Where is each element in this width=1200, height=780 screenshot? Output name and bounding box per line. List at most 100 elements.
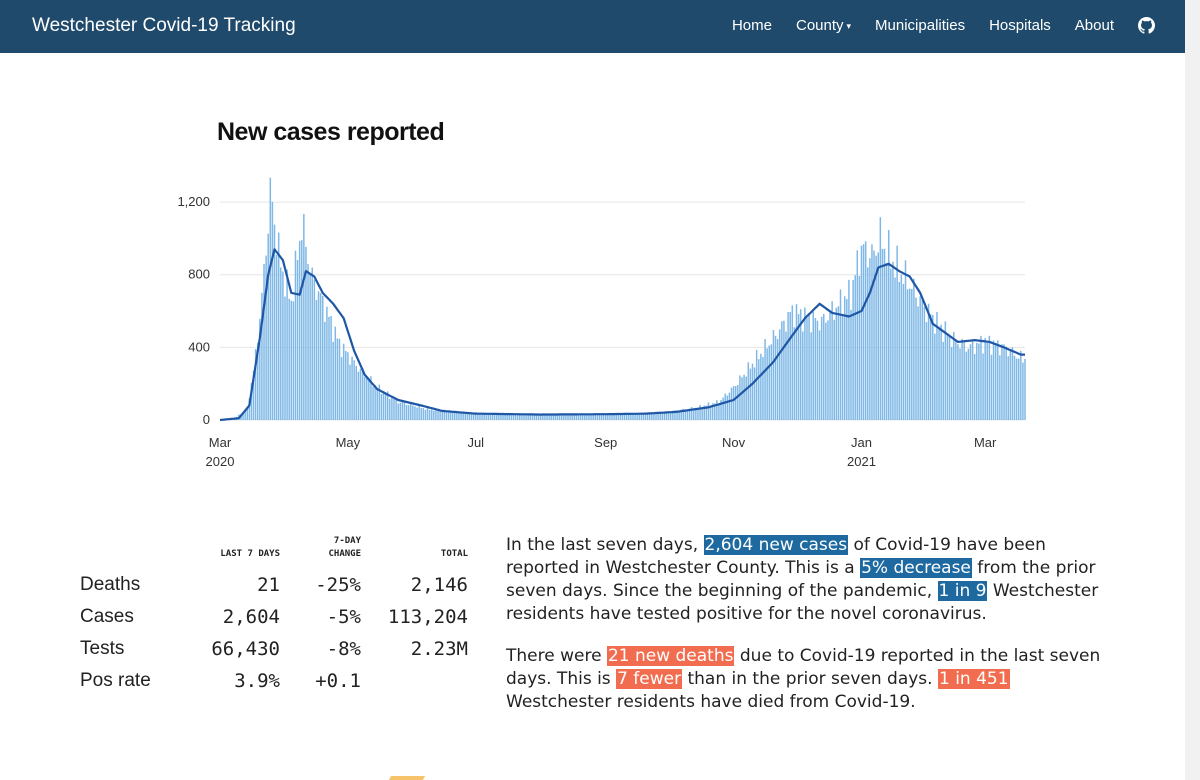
- bar: [827, 320, 829, 420]
- brand-link[interactable]: Westchester Covid-19 Tracking: [32, 15, 296, 37]
- bar: [577, 414, 580, 420]
- bar: [613, 414, 615, 420]
- bar: [996, 340, 999, 420]
- bar: [988, 335, 991, 420]
- bar: [764, 339, 766, 420]
- bar: [1001, 344, 1003, 420]
- bar: [319, 293, 322, 420]
- bar: [412, 405, 414, 420]
- new-cases-highlight: 2,604 new cases: [703, 535, 849, 555]
- bar: [380, 393, 383, 420]
- bar: [1015, 358, 1018, 420]
- bar: [472, 413, 475, 420]
- deaths-summary-paragraph: There were 21 new deaths due to Covid-19…: [506, 645, 1106, 714]
- bar: [839, 289, 842, 420]
- new-cases-chart: 0 400 800 1,200 Mar 2020 May Jul Sep Nov Jan 2021 Ma…: [177, 177, 1026, 469]
- bar: [630, 414, 632, 420]
- bar: [982, 353, 984, 420]
- bar: [294, 250, 297, 420]
- cases-summary-paragraph: In the last seven days, 2,604 new cases …: [506, 534, 1106, 626]
- github-icon[interactable]: [1138, 17, 1155, 34]
- bar: [410, 403, 412, 420]
- bar: [892, 261, 894, 420]
- bar: [292, 301, 295, 420]
- bar: [917, 306, 919, 420]
- bar: [361, 368, 364, 420]
- bar: [363, 376, 366, 420]
- bar: [766, 348, 768, 420]
- bar: [330, 315, 332, 420]
- death-ratio-highlight: 1 in 451: [937, 669, 1010, 689]
- bar: [439, 410, 441, 420]
- bar: [512, 414, 515, 420]
- bar: [944, 321, 947, 420]
- cases-text-1: In the last seven days,: [506, 535, 704, 555]
- bar: [365, 377, 368, 420]
- bar: [934, 333, 936, 420]
- bar: [384, 393, 387, 420]
- y-tick-label: 400: [188, 339, 210, 354]
- bar: [445, 411, 448, 420]
- bar: [862, 244, 865, 420]
- bar: [835, 307, 838, 420]
- nav-municipalities[interactable]: Municipalities: [875, 17, 965, 34]
- bar: [521, 414, 523, 420]
- bar: [739, 375, 741, 420]
- nav-home[interactable]: Home: [732, 17, 772, 34]
- x-tick-label: Mar: [209, 435, 232, 450]
- last7-value: 2,604: [222, 606, 280, 628]
- bar: [797, 314, 800, 420]
- bar: [391, 397, 393, 420]
- bar: [661, 413, 664, 420]
- bar: [913, 278, 915, 420]
- row-label: Pos rate: [80, 670, 151, 691]
- bar: [908, 288, 911, 420]
- bar: [395, 398, 397, 420]
- bar: [282, 271, 284, 420]
- bar: [403, 402, 406, 420]
- bar: [280, 267, 282, 420]
- bar: [856, 250, 859, 420]
- bar: [760, 353, 762, 420]
- bar: [284, 296, 286, 420]
- total-value: 2.23M: [410, 638, 468, 660]
- stats-row-pos-rate: Pos rate 3.9% +0.1: [80, 665, 468, 697]
- bar: [755, 349, 758, 420]
- bar: [823, 313, 825, 420]
- bar: [743, 374, 745, 420]
- case-change-highlight: 5% decrease: [860, 558, 972, 578]
- x-tick-year-label: 2020: [206, 454, 235, 469]
- bar: [397, 403, 399, 420]
- bar: [810, 332, 812, 420]
- bar: [351, 356, 353, 420]
- bar: [716, 400, 718, 420]
- bar: [298, 240, 301, 420]
- bar: [374, 385, 376, 420]
- x-tick-label: May: [336, 435, 361, 450]
- nav-about[interactable]: About: [1075, 17, 1114, 34]
- bar: [286, 269, 288, 420]
- bar: [347, 352, 349, 420]
- x-tick-label: Sep: [594, 435, 617, 450]
- nav-county-dropdown[interactable]: County ▾: [796, 17, 851, 34]
- header-change-line2: CHANGE: [328, 549, 361, 559]
- bar: [795, 304, 798, 420]
- bar: [950, 347, 953, 420]
- bar: [732, 386, 735, 420]
- bar: [433, 410, 435, 420]
- bar: [776, 339, 779, 420]
- page-scrollbar[interactable]: [1185, 0, 1200, 780]
- bar: [850, 309, 852, 420]
- bar: [737, 384, 739, 420]
- bar: [382, 391, 385, 420]
- row-label: Tests: [80, 638, 125, 659]
- nav-county-label: County: [795, 17, 844, 34]
- nav-hospitals[interactable]: Hospitals: [989, 17, 1051, 34]
- bar: [353, 360, 355, 420]
- bar: [787, 312, 789, 420]
- bar: [275, 254, 278, 420]
- bar: [1017, 358, 1020, 420]
- bar: [774, 335, 777, 420]
- bar: [1024, 358, 1026, 420]
- bar: [569, 415, 571, 420]
